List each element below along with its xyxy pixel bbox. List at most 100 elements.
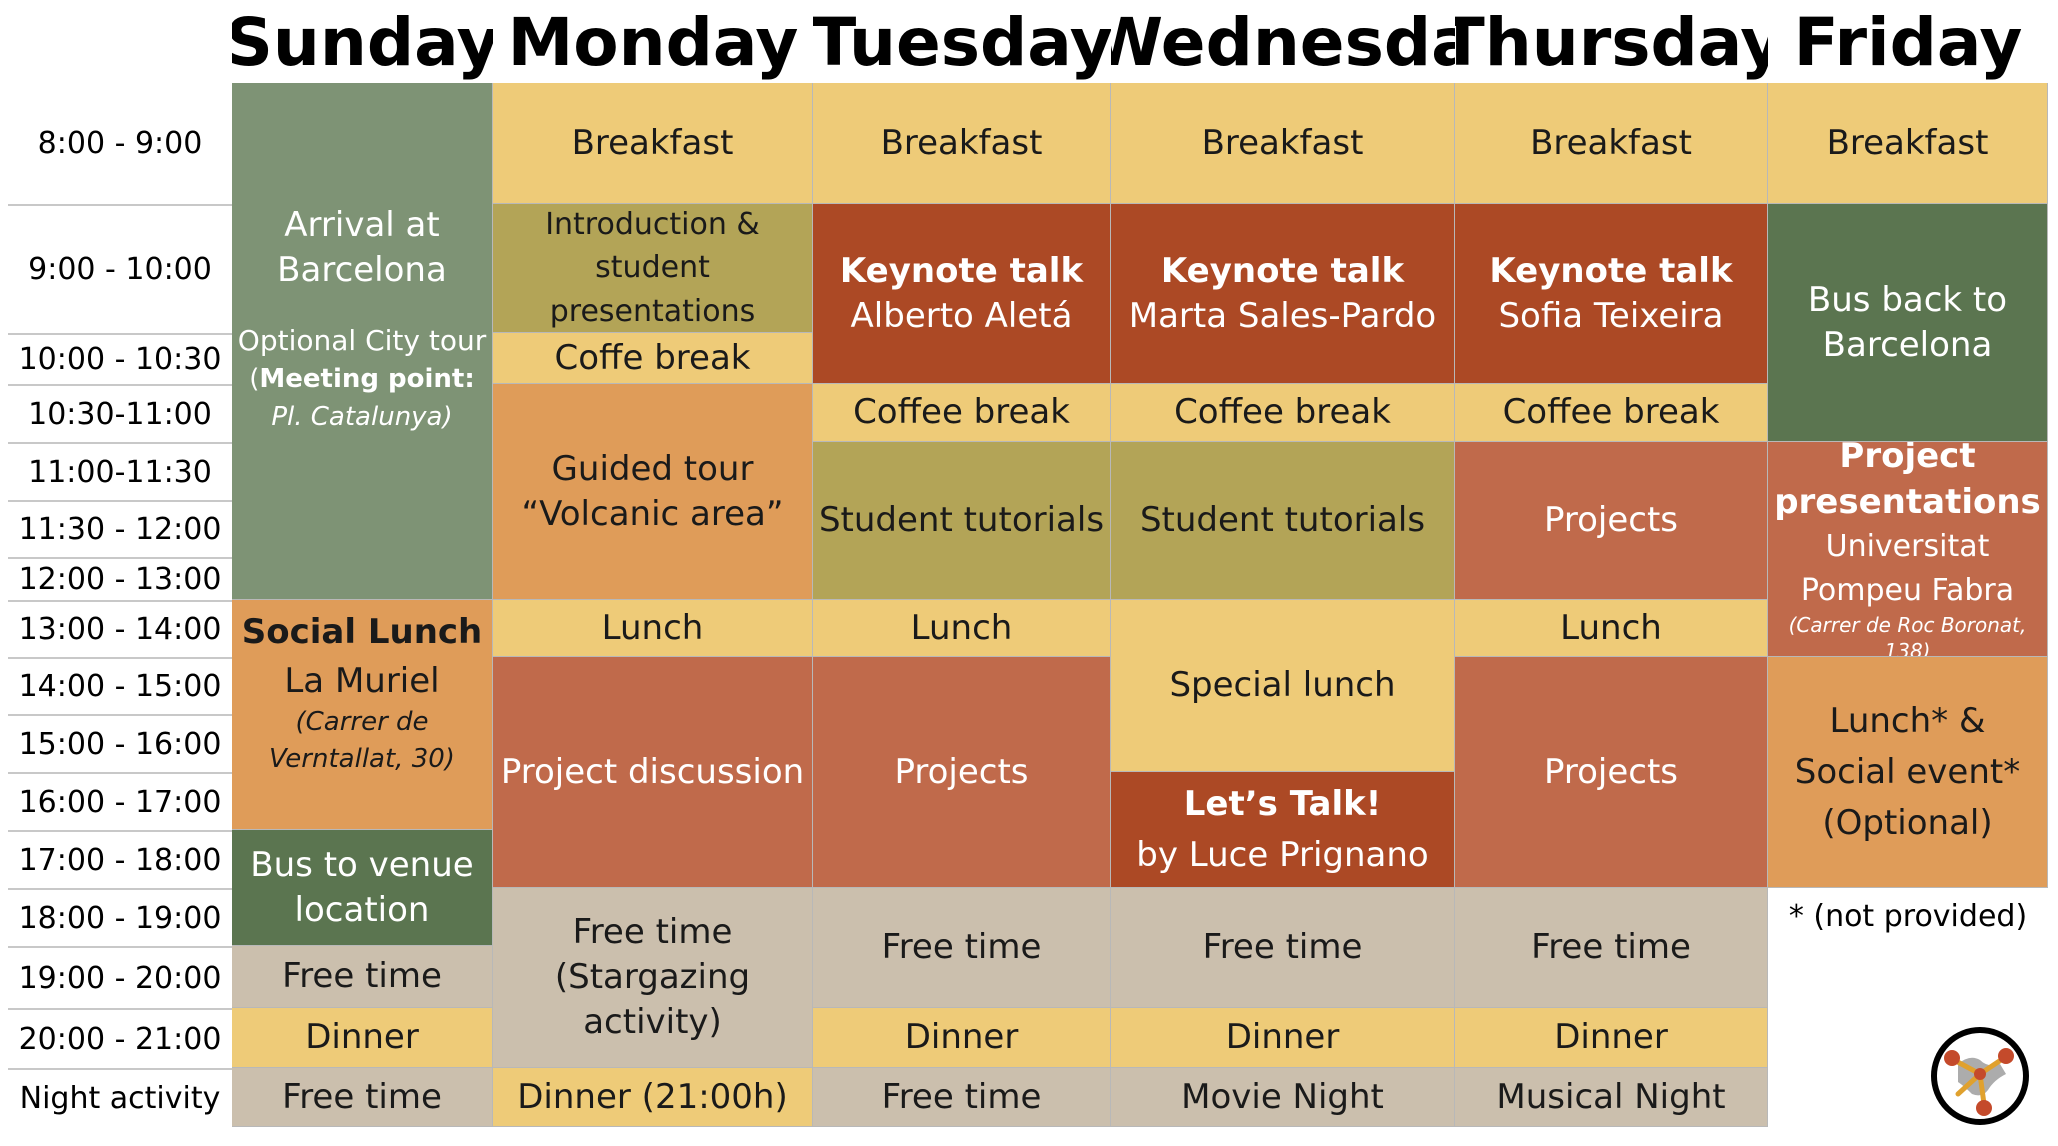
- keynote-speaker: Alberto Aletá: [850, 295, 1073, 336]
- sunday-night: Free time: [232, 1068, 493, 1127]
- tuesday-free-time: Free time: [813, 888, 1111, 1008]
- monday-free-time: Free time (Stargazing activity): [493, 888, 813, 1068]
- arrival-line-2: Barcelona: [277, 249, 447, 290]
- presentations-line-1: Project: [1839, 442, 1976, 476]
- wednesday-keynote: Keynote talk Marta Sales-Pardo: [1111, 204, 1455, 384]
- time-label: 11:00-11:30: [28, 454, 212, 490]
- thursday-free-time: Free time: [1455, 888, 1768, 1008]
- thursday-keynote: Keynote talk Sofia Teixeira: [1455, 204, 1768, 384]
- presentations-line-2: presentations: [1774, 481, 2041, 522]
- keynote-label: Keynote talk: [1160, 250, 1405, 291]
- friday-breakfast: Breakfast: [1768, 83, 2048, 204]
- thursday-projects-afternoon: Projects: [1455, 657, 1768, 888]
- monday-lunch: Lunch: [493, 600, 813, 657]
- time-label: 10:30-11:00: [28, 396, 212, 432]
- keynote-label: Keynote talk: [839, 250, 1084, 291]
- tuesday-coffee-break: Coffee break: [813, 384, 1111, 442]
- time-label: 11:30 - 12:00: [18, 512, 222, 547]
- keynote-label: Keynote talk: [1489, 250, 1733, 291]
- time-label: 17:00 - 18:00: [18, 842, 222, 878]
- monday-breakfast: Breakfast: [493, 83, 813, 204]
- tuesday-student-tutorials: Student tutorials: [813, 442, 1111, 600]
- tuesday-keynote: Keynote talk Alberto Aletá: [813, 204, 1111, 384]
- wednesday-dinner: Dinner: [1111, 1008, 1455, 1068]
- sunday-arrival-block: Arrival at Barcelona Optional City tour …: [232, 83, 493, 600]
- keynote-speaker: Marta Sales-Pardo: [1128, 295, 1437, 336]
- thursday-dinner: Dinner: [1455, 1008, 1768, 1068]
- intro-line-1: Introduction &: [545, 206, 760, 242]
- presentations-address: (Carrer de Roc Boronat, 138): [1788, 613, 2027, 657]
- guided-tour-line-1: Guided tour: [551, 448, 754, 489]
- time-label: 9:00 - 10:00: [28, 252, 212, 287]
- thursday-projects-morning: Projects: [1455, 442, 1768, 600]
- thursday-night: Musical Night: [1455, 1068, 1768, 1127]
- social-lunch-place: La Muriel: [284, 660, 440, 701]
- time-label: 18:00 - 19:00: [18, 900, 222, 936]
- sunday-bus-to-venue: Bus to venue location: [232, 830, 493, 946]
- sunday-social-lunch: Social Lunch La Muriel (Carrer de Vernta…: [232, 600, 493, 830]
- monday-free-line-1: Free time: [572, 912, 733, 953]
- tuesday-lunch: Lunch: [813, 600, 1111, 657]
- guided-tour-line-2: “Volcanic area”: [521, 493, 784, 534]
- intro-line-2: student: [595, 250, 710, 286]
- day-header-sunday: Sunday: [232, 4, 493, 80]
- time-label: 8:00 - 9:00: [37, 126, 203, 161]
- social-lunch-title: Social Lunch: [241, 612, 483, 652]
- wednesday-free-time: Free time: [1111, 888, 1455, 1008]
- wednesday-student-tutorials: Student tutorials: [1111, 442, 1455, 600]
- day-header-monday: Monday: [507, 4, 799, 80]
- schedule-grid: Arrival at Barcelona Optional City tour …: [232, 83, 2048, 1130]
- meeting-point-label: Meeting point:: [259, 364, 475, 395]
- bus-back-line-1: Bus back to: [1807, 279, 2008, 320]
- city-tour-label: Optional City tour: [237, 323, 487, 357]
- friday-bus-back: Bus back to Barcelona: [1768, 204, 2048, 442]
- sunday-free-time: Free time: [232, 946, 493, 1008]
- keynote-speaker: Sofia Teixeira: [1498, 295, 1724, 336]
- monday-coffee-break: Coffe break: [493, 333, 813, 384]
- intro-line-3: presentations: [549, 293, 756, 329]
- monday-project-discussion: Project discussion: [493, 657, 813, 888]
- time-label: 19:00 - 20:00: [18, 960, 222, 996]
- day-header-thursday: Thursday: [1455, 4, 1768, 80]
- event-logo: [1931, 1027, 2029, 1125]
- time-label: 16:00 - 17:00: [18, 784, 222, 820]
- tuesday-dinner: Dinner: [813, 1008, 1111, 1068]
- social-lunch-address-1: (Carrer de: [295, 706, 429, 737]
- wednesday-coffee-break: Coffee break: [1111, 384, 1455, 442]
- tuesday-projects: Projects: [813, 657, 1111, 888]
- time-label: Night activity: [19, 1081, 221, 1116]
- not-provided-note: * (not provided): [1768, 888, 2048, 946]
- thursday-lunch: Lunch: [1455, 600, 1768, 657]
- presentations-venue-1: Universitat: [1825, 529, 1990, 565]
- monday-free-line-2: (Stargazing: [554, 957, 751, 998]
- friday-lunch-social: Lunch* & Social event* (Optional): [1768, 657, 2048, 888]
- lets-talk-title: Let’s Talk!: [1183, 783, 1382, 824]
- time-label: 10:00 - 10:30: [18, 342, 222, 377]
- time-label: 14:00 - 15:00: [18, 669, 222, 704]
- presentations-venue-2: Pompeu Fabra: [1800, 572, 2015, 608]
- meeting-point-line: (Meeting point:: [249, 364, 475, 395]
- friday-lunch-line-2: Social event*: [1794, 751, 2021, 792]
- wednesday-breakfast: Breakfast: [1111, 83, 1455, 204]
- bus-back-line-2: Barcelona: [1822, 324, 1993, 365]
- friday-lunch-line-1: Lunch* &: [1829, 700, 1986, 741]
- monday-introduction: Introduction & student presentations: [493, 204, 813, 333]
- day-header-tuesday: Tuesday: [813, 4, 1111, 80]
- thursday-breakfast: Breakfast: [1455, 83, 1768, 204]
- monday-free-line-3: activity): [583, 1001, 722, 1042]
- tuesday-night: Free time: [813, 1068, 1111, 1127]
- thursday-coffee-break: Coffee break: [1455, 384, 1768, 442]
- time-label: 20:00 - 21:00: [18, 1021, 222, 1057]
- meeting-point-place: Pl. Catalunya): [271, 402, 453, 433]
- monday-night: Dinner (21:00h): [493, 1068, 813, 1127]
- lets-talk-speaker: by Luce Prignano: [1136, 834, 1429, 875]
- wednesday-lets-talk: Let’s Talk! by Luce Prignano: [1111, 772, 1455, 888]
- friday-lunch-line-3: (Optional): [1822, 802, 1993, 843]
- monday-guided-tour: Guided tour “Volcanic area”: [493, 384, 813, 600]
- sunday-dinner: Dinner: [232, 1008, 493, 1068]
- bus-line-1: Bus to venue: [250, 844, 474, 885]
- bus-line-2: location: [294, 889, 430, 930]
- time-label: 12:00 - 13:00: [18, 562, 222, 597]
- arrival-line-1: Arrival at: [284, 205, 440, 245]
- wednesday-night: Movie Night: [1111, 1068, 1455, 1127]
